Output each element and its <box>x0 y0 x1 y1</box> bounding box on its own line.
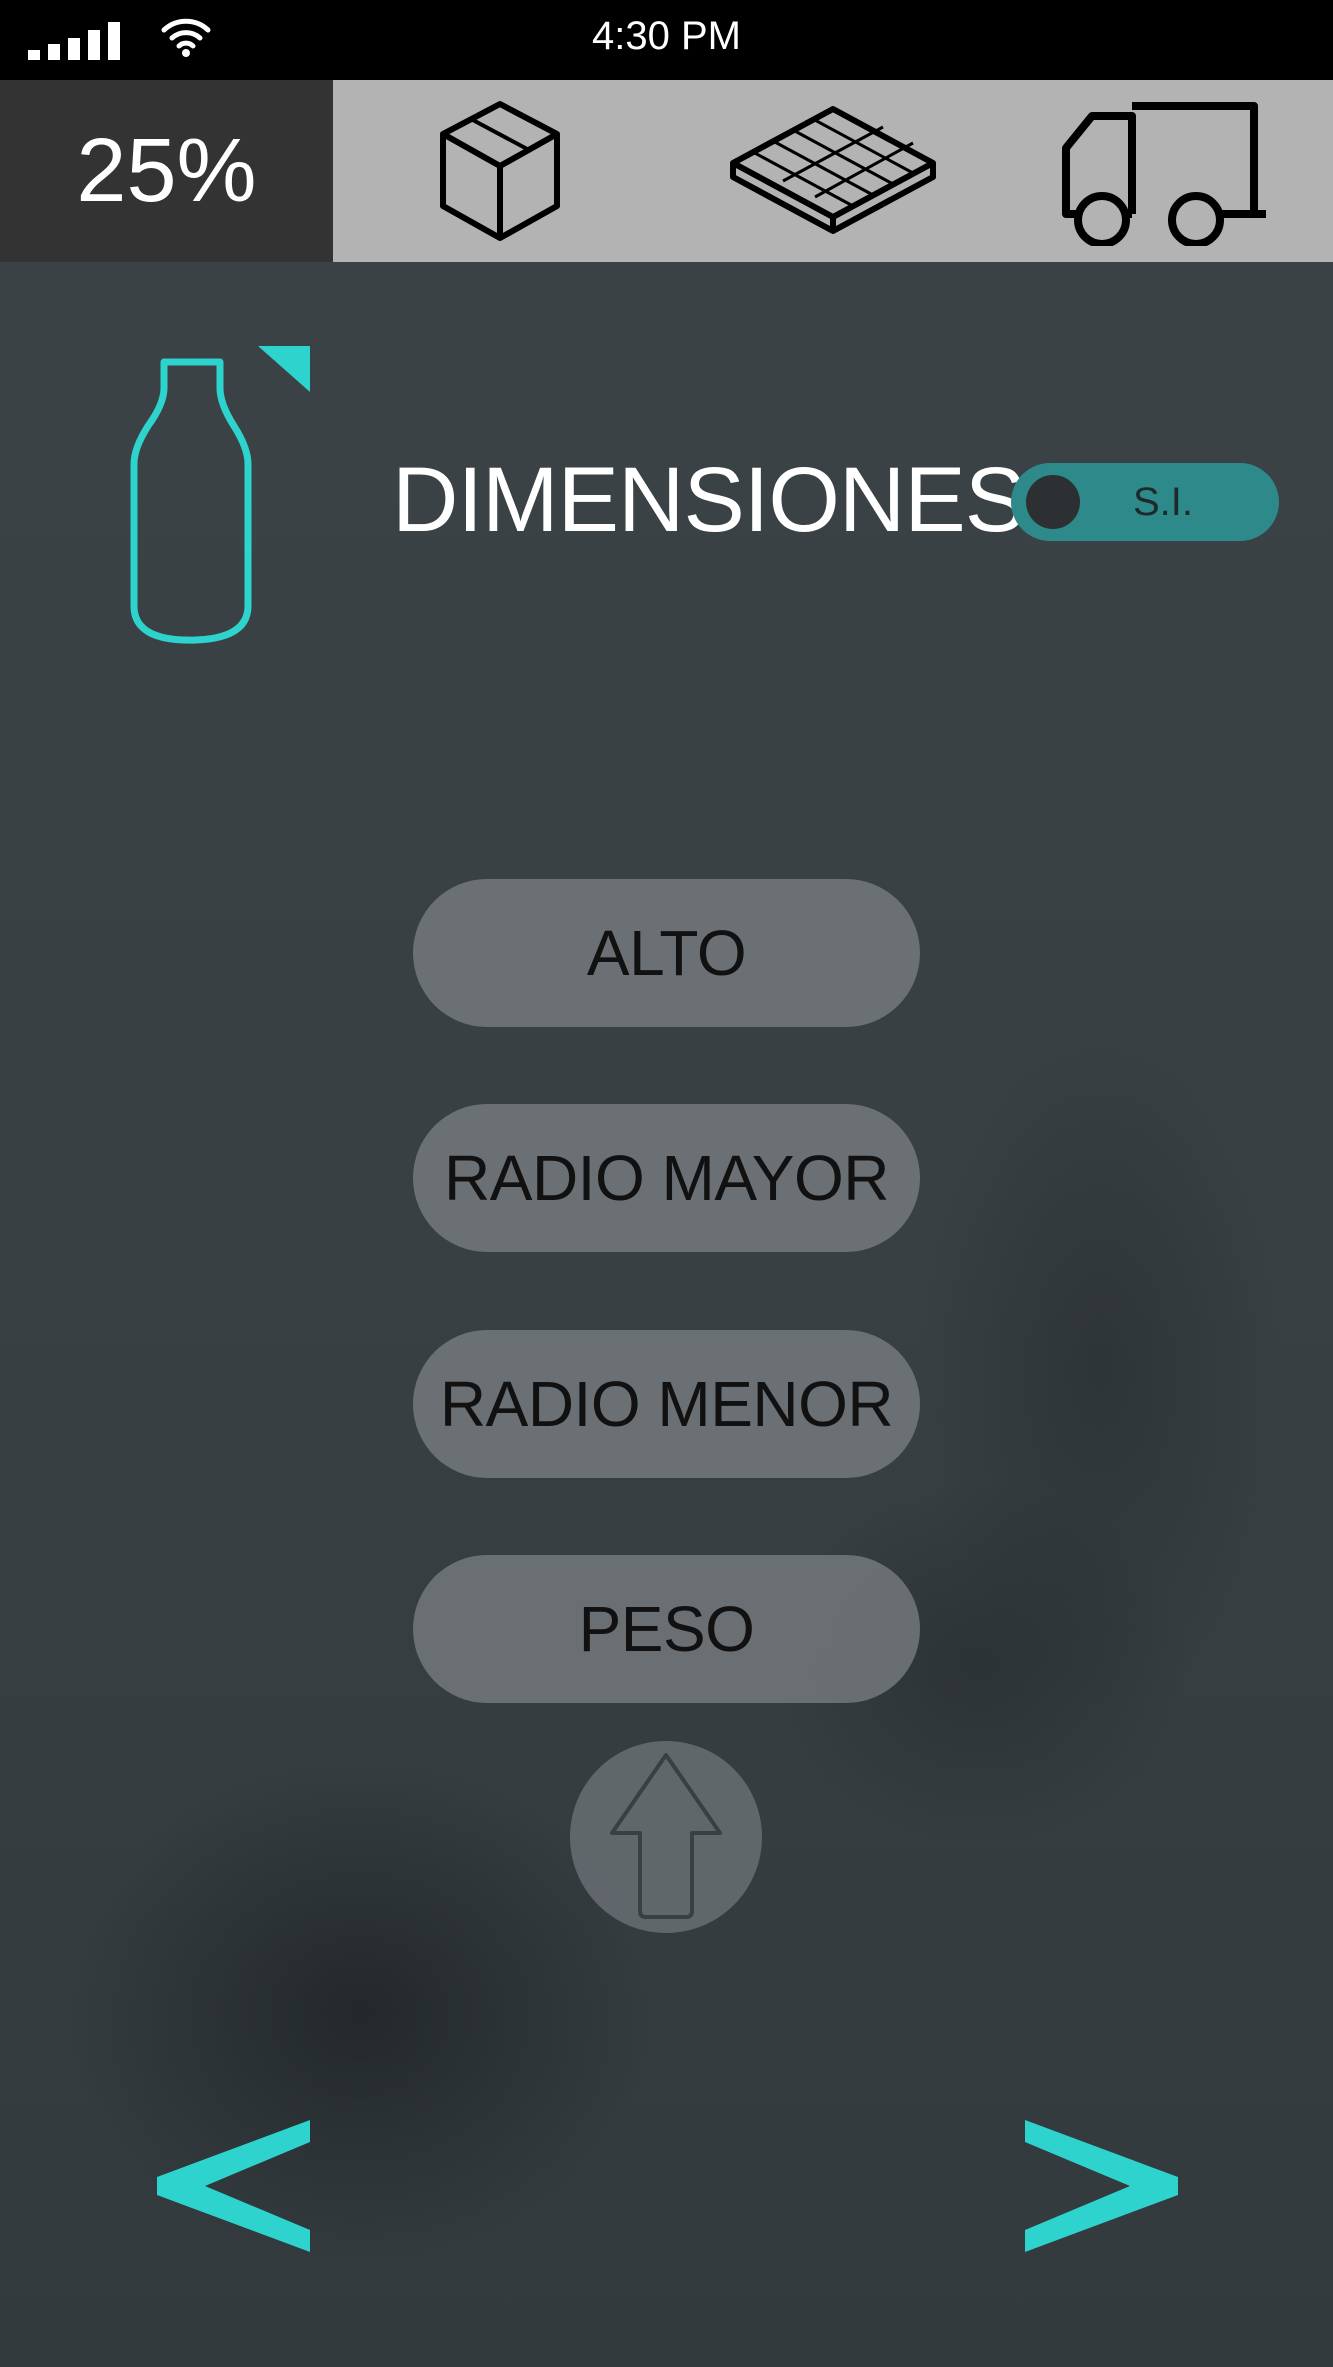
alto-button[interactable]: ALTO <box>413 879 920 1027</box>
box-icon <box>439 101 560 241</box>
prev-button[interactable] <box>145 2100 345 2270</box>
bottle-icon <box>130 346 310 644</box>
product-selector[interactable] <box>122 340 322 660</box>
mode-truck[interactable] <box>999 80 1333 262</box>
top-bar: 25% <box>0 80 1333 262</box>
upload-button[interactable] <box>570 1741 762 1933</box>
progress-percent: 25% <box>0 80 333 262</box>
toggle-label: S.I. <box>1133 480 1194 524</box>
truck-icon <box>1062 102 1266 246</box>
mode-pallet[interactable] <box>666 80 999 262</box>
status-time: 4:30 PM <box>592 14 741 58</box>
up-arrow-icon <box>610 1753 722 1919</box>
transport-mode-bar <box>333 80 1333 262</box>
page-title: DIMENSIONES <box>392 449 1026 551</box>
radio-menor-button[interactable]: RADIO MENOR <box>413 1330 920 1478</box>
peso-button[interactable]: PESO <box>413 1555 920 1703</box>
radio-mayor-button[interactable]: RADIO MAYOR <box>413 1104 920 1252</box>
chevron-left-icon <box>157 2120 310 2252</box>
chevron-right-icon <box>1025 2120 1178 2252</box>
next-button[interactable] <box>1013 2100 1213 2270</box>
mode-box[interactable] <box>333 80 666 262</box>
pallet-icon <box>729 106 936 234</box>
toggle-knob <box>1026 475 1080 529</box>
unit-toggle[interactable]: S.I. <box>1011 463 1279 541</box>
status-bar: 4:30 PM <box>0 0 1333 80</box>
